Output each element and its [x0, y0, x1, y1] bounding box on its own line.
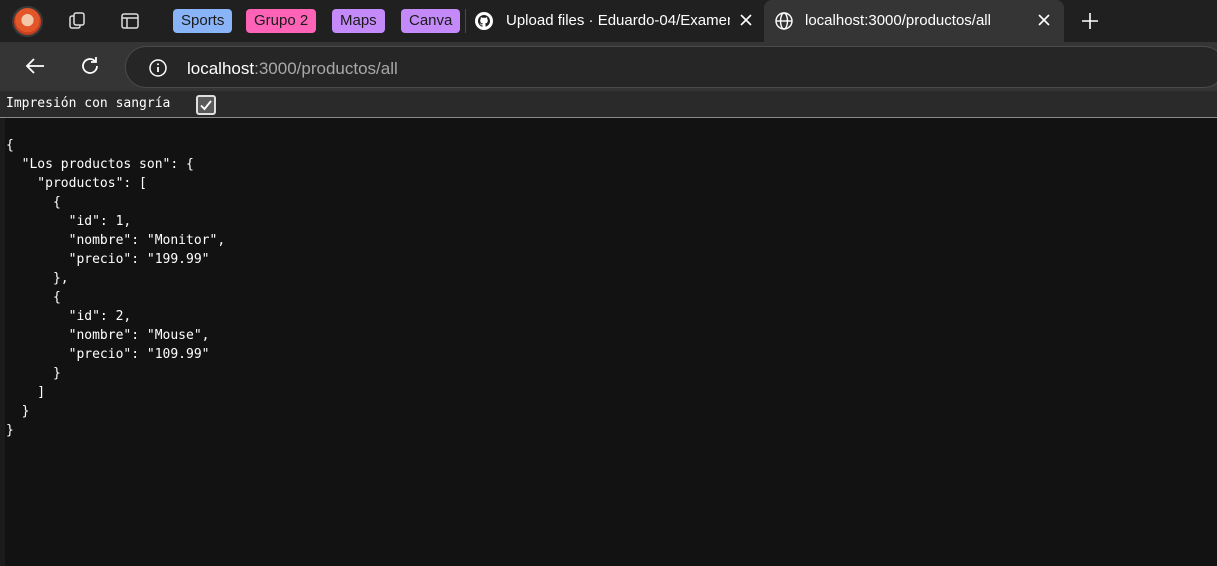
tab-localhost[interactable]: localhost:3000/productos/all [764, 0, 1064, 42]
json-body: { "Los productos son": { "productos": [ … [6, 138, 226, 438]
tab-group-canva[interactable]: Canva [401, 9, 461, 33]
tab-upload-files[interactable]: Upload files · Eduardo-04/Examen [474, 0, 762, 42]
tab-strip: Sports Grupo 2 Maps Canva Upload files ·… [0, 0, 1217, 42]
tab-title: localhost:3000/productos/all [805, 12, 991, 29]
globe-icon [774, 11, 794, 31]
url-text: localhost:3000/productos/all [187, 59, 398, 79]
page-left-edge [0, 118, 5, 566]
browser-toolbar: localhost:3000/productos/all [0, 42, 1217, 91]
tab-group-sports[interactable]: Sports [173, 9, 233, 33]
vertical-tabs-icon[interactable] [120, 11, 140, 31]
tab-title: Upload files · Eduardo-04/Examen [506, 12, 730, 29]
tab-divider [465, 9, 466, 33]
workspaces-icon[interactable] [67, 11, 87, 31]
pretty-print-label: Impresión con sangría [6, 96, 171, 111]
new-tab-icon[interactable] [1080, 11, 1100, 31]
back-arrow-icon[interactable] [23, 54, 47, 78]
refresh-icon[interactable] [78, 54, 102, 78]
close-icon[interactable] [738, 12, 754, 28]
page-content: Impresión con sangría { "Los productos s… [0, 91, 1217, 566]
address-bar[interactable]: localhost:3000/productos/all [125, 46, 1217, 88]
pretty-print-bar: Impresión con sangría [0, 91, 1217, 118]
url-host: localhost [187, 59, 255, 78]
tab-group-grupo-2[interactable]: Grupo 2 [246, 9, 317, 33]
url-path: :3000/productos/all [254, 59, 398, 78]
profile-avatar[interactable] [12, 6, 43, 37]
pretty-print-checkbox[interactable] [196, 95, 216, 115]
site-info-icon[interactable] [148, 58, 168, 78]
github-icon [474, 11, 494, 31]
close-icon[interactable] [1036, 12, 1052, 28]
tab-group-maps[interactable]: Maps [332, 9, 385, 33]
